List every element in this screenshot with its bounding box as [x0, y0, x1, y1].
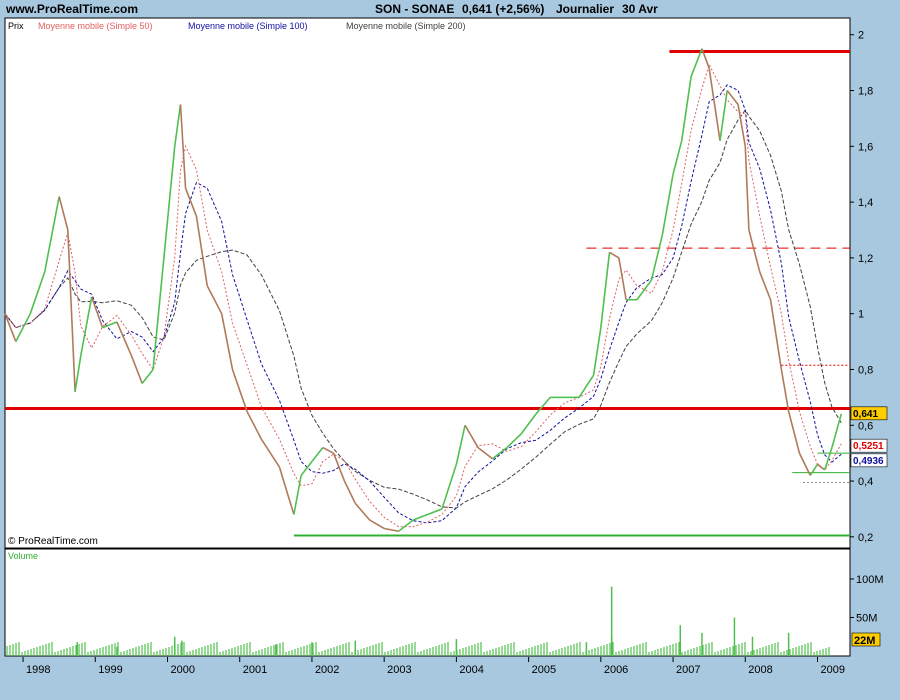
y-tick-label: 1: [858, 309, 864, 321]
y-tick-label: 0,6: [858, 420, 873, 432]
copyright-label: © ProRealTime.com: [8, 536, 98, 547]
last-value-label: 0,4936: [853, 456, 884, 467]
legend-ma200: Moyenne mobile (Simple 200): [346, 21, 466, 31]
volume-last-label: 22M: [854, 635, 875, 647]
volume-tick-label: 100M: [856, 574, 884, 586]
x-tick-label: 2004: [459, 664, 483, 676]
y-tick-label: 1,6: [858, 141, 873, 153]
x-tick-label: 2000: [171, 664, 195, 676]
legend-price: Prix: [8, 21, 24, 31]
y-tick-label: 0,2: [858, 532, 873, 544]
last-value-label: 0,5251: [853, 441, 884, 452]
x-tick-label: 1999: [98, 664, 122, 676]
volume-panel: [4, 548, 851, 657]
x-tick-label: 2008: [748, 664, 772, 676]
volume-tick-label: 50M: [856, 612, 877, 624]
x-tick-label: 2006: [604, 664, 628, 676]
last-value-label: 0,641: [853, 409, 878, 420]
y-tick-label: 2: [858, 30, 864, 42]
x-tick-label: 1998: [26, 664, 50, 676]
time-axis: 1998 1999 2000 2001 2002 2003 2004 2005 2006 2007…: [22, 657, 845, 676]
legend-ma100: Moyenne mobile (Simple 100): [188, 21, 308, 31]
legend-ma50: Moyenne mobile (Simple 50): [38, 21, 153, 31]
y-tick-label: 1,4: [858, 197, 873, 209]
chart-canvas: 0,20,40,60,811,21,41,61,82 0,6410,52510,…: [4, 17, 888, 676]
x-tick-label: 2002: [315, 664, 339, 676]
volume-label: Volume: [8, 551, 38, 561]
x-tick-label: 2007: [676, 664, 700, 676]
y-tick-label: 0,8: [858, 364, 873, 376]
y-tick-label: 0,4: [858, 476, 873, 488]
last-value-badges: 0,641 0,5251 0,4936: [850, 406, 888, 468]
x-tick-label: 2009: [821, 664, 845, 676]
price-panel: [4, 17, 851, 549]
x-tick-label: 2001: [243, 664, 267, 676]
x-tick-label: 2003: [387, 664, 411, 676]
y-tick-label: 1,8: [858, 86, 873, 98]
x-tick-label: 2005: [532, 664, 556, 676]
y-tick-label: 1,2: [858, 253, 873, 265]
